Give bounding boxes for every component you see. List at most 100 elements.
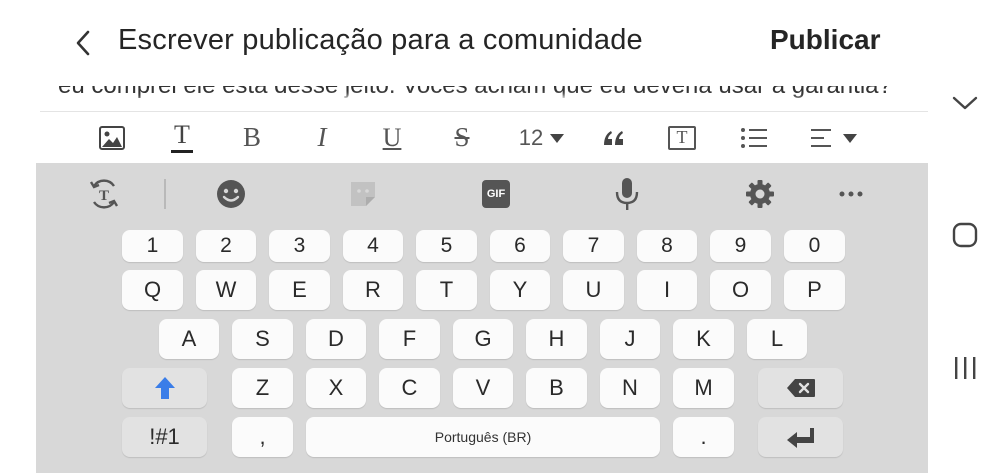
font-size-dropdown[interactable]: 12 xyxy=(512,112,572,163)
system-navigation-bar xyxy=(930,0,999,473)
key-s[interactable]: S xyxy=(232,319,293,359)
key-o[interactable]: O xyxy=(710,270,771,310)
caret-down-icon xyxy=(843,133,857,143)
key-5[interactable]: 5 xyxy=(416,230,477,262)
bold-button[interactable]: B xyxy=(234,112,270,163)
key-l[interactable]: L xyxy=(747,319,807,359)
key-t[interactable]: T xyxy=(416,270,477,310)
publish-button[interactable]: Publicar xyxy=(770,24,880,56)
more-icon xyxy=(839,191,863,197)
align-dropdown[interactable] xyxy=(804,112,864,163)
key-y[interactable]: Y xyxy=(490,270,550,310)
comma-key[interactable]: , xyxy=(232,417,293,457)
post-text-area[interactable]: eu comprei ele está desse jeito. Vocês a… xyxy=(0,86,930,112)
voice-input-button[interactable] xyxy=(607,176,647,212)
key-1[interactable]: 1 xyxy=(122,230,183,262)
keyboard-settings-button[interactable] xyxy=(740,176,780,212)
key-d[interactable]: D xyxy=(306,319,366,359)
recent-apps-button[interactable] xyxy=(944,347,986,389)
textbox-label: T xyxy=(676,127,688,147)
quote-button[interactable] xyxy=(596,112,632,163)
home-button[interactable] xyxy=(944,214,986,256)
bold-icon: B xyxy=(242,122,261,152)
key-g[interactable]: G xyxy=(453,319,513,359)
shift-key[interactable] xyxy=(122,368,207,408)
shift-arrow-icon xyxy=(154,377,175,399)
key-h[interactable]: H xyxy=(526,319,587,359)
key-m[interactable]: M xyxy=(673,368,734,408)
recent-apps-icon xyxy=(955,357,976,379)
key-j[interactable]: J xyxy=(600,319,660,359)
gear-icon xyxy=(746,180,774,208)
text-color-swatch xyxy=(171,150,193,153)
key-8[interactable]: 8 xyxy=(637,230,697,262)
page-title: Escrever publicação para a comunidade xyxy=(118,24,643,56)
gif-button[interactable]: GIF xyxy=(476,176,516,212)
font-size-value: 12 xyxy=(518,124,544,150)
bullet-list-button[interactable] xyxy=(736,112,772,163)
key-f[interactable]: F xyxy=(379,319,440,359)
key-2[interactable]: 2 xyxy=(196,230,256,262)
enter-key[interactable] xyxy=(758,417,843,457)
key-4[interactable]: 4 xyxy=(343,230,403,262)
quote-icon xyxy=(604,130,623,145)
key-p[interactable]: P xyxy=(784,270,845,310)
key-x[interactable]: X xyxy=(306,368,366,408)
emoji-icon xyxy=(217,180,245,208)
sticker-icon xyxy=(351,182,375,206)
app-header: Escrever publicação para a comunidade Pu… xyxy=(0,0,930,86)
back-button[interactable] xyxy=(66,26,100,60)
backspace-key[interactable] xyxy=(758,368,843,408)
text-fade xyxy=(50,96,912,112)
microphone-icon xyxy=(615,178,639,210)
symbols-key[interactable]: !#1 xyxy=(122,417,207,457)
underline-button[interactable]: U xyxy=(374,112,410,163)
emoji-button[interactable] xyxy=(211,176,251,212)
period-key[interactable]: . xyxy=(673,417,734,457)
translate-icon: T xyxy=(89,179,119,209)
key-6[interactable]: 6 xyxy=(490,230,550,262)
svg-text:T: T xyxy=(99,188,109,204)
key-0[interactable]: 0 xyxy=(784,230,845,262)
textbox-button[interactable]: T xyxy=(664,112,700,163)
key-k[interactable]: K xyxy=(673,319,734,359)
strikethrough-button[interactable]: S xyxy=(444,112,480,163)
key-3[interactable]: 3 xyxy=(269,230,330,262)
image-icon xyxy=(99,125,125,150)
sticker-button[interactable] xyxy=(343,176,383,212)
textbox-icon: T xyxy=(668,125,696,150)
key-9[interactable]: 9 xyxy=(710,230,771,262)
key-v[interactable]: V xyxy=(453,368,513,408)
enter-icon xyxy=(786,428,814,448)
key-z[interactable]: Z xyxy=(232,368,293,408)
virtual-keyboard: T GIF 1 2 3 4 5 6 7 8 9 0 Q W E R T Y U … xyxy=(36,163,928,473)
caret-down-icon xyxy=(550,133,565,143)
key-c[interactable]: C xyxy=(379,368,440,408)
key-e[interactable]: E xyxy=(269,270,330,310)
key-r[interactable]: R xyxy=(343,270,403,310)
translate-button[interactable]: T xyxy=(84,176,124,212)
key-n[interactable]: N xyxy=(600,368,660,408)
italic-button[interactable]: I xyxy=(304,112,340,163)
space-key[interactable]: Português (BR) xyxy=(306,417,660,457)
format-toolbar: T B I U S 12 T xyxy=(36,112,928,163)
key-7[interactable]: 7 xyxy=(563,230,624,262)
italic-icon: I xyxy=(317,122,327,152)
key-i[interactable]: I xyxy=(637,270,697,310)
key-q[interactable]: Q xyxy=(122,270,183,310)
key-u[interactable]: U xyxy=(563,270,624,310)
align-icon xyxy=(811,128,831,147)
chevron-down-icon xyxy=(952,96,978,110)
gif-label: GIF xyxy=(486,188,506,200)
insert-image-button[interactable] xyxy=(94,112,130,163)
chevron-left-icon xyxy=(76,30,90,56)
underline-icon: U xyxy=(382,122,402,152)
more-options-button[interactable] xyxy=(831,176,871,212)
text-color-button[interactable]: T xyxy=(164,112,200,163)
toolbar-separator xyxy=(164,179,166,209)
key-a[interactable]: A xyxy=(159,319,219,359)
key-w[interactable]: W xyxy=(196,270,256,310)
strikethrough-icon: S xyxy=(454,122,470,152)
key-b[interactable]: B xyxy=(526,368,587,408)
hide-keyboard-button[interactable] xyxy=(944,82,986,124)
